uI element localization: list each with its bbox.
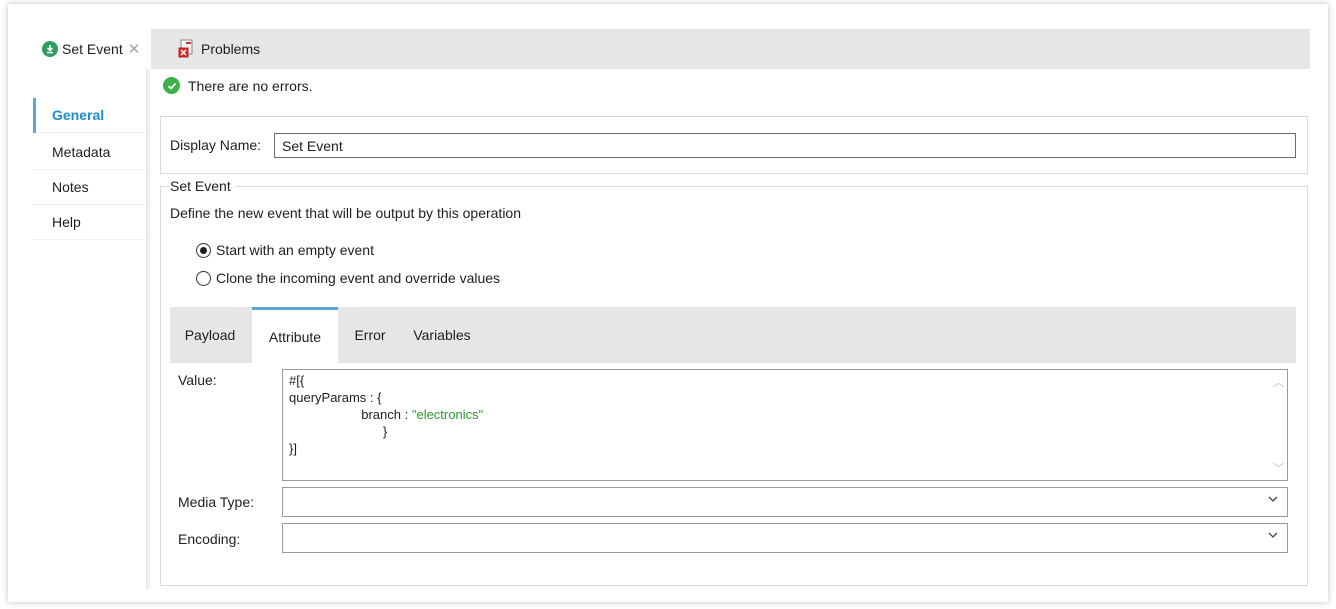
nav-item-metadata[interactable]: Metadata — [33, 135, 146, 170]
radio-button[interactable] — [196, 270, 211, 286]
tab-label: Attribute — [268, 328, 322, 345]
tab-set-event[interactable]: Set Event ✕ — [33, 29, 151, 69]
close-icon[interactable]: ✕ — [128, 40, 141, 58]
media-type-select[interactable] — [282, 487, 1288, 517]
code-line: } — [382, 424, 388, 439]
tab-variables[interactable]: Variables — [402, 307, 482, 363]
chevron-down-icon[interactable] — [1267, 492, 1279, 508]
editor-tab-strip: Set Event ✕ Problems — [33, 29, 1310, 69]
nav-item-notes[interactable]: Notes — [33, 170, 146, 205]
status-message: There are no errors. — [163, 77, 313, 94]
code-content[interactable]: #[{ queryParams : { branch : "electronic… — [289, 372, 483, 457]
chevron-down-icon[interactable] — [1267, 528, 1279, 544]
option-label: Start with an empty event — [216, 242, 374, 258]
display-name-input[interactable]: Set Event — [274, 133, 1296, 158]
nav-item-general[interactable]: General — [33, 98, 146, 133]
vertical-scrollbar[interactable]: ︿ ﹀ — [1269, 370, 1287, 480]
tab-error[interactable]: Error — [340, 307, 400, 363]
divider — [147, 69, 150, 589]
media-type-label: Media Type: — [178, 494, 255, 510]
scroll-down-icon[interactable]: ﹀ — [1273, 460, 1284, 476]
tab-attribute[interactable]: Attribute — [252, 307, 338, 363]
scroll-up-icon[interactable]: ︿ — [1273, 374, 1284, 390]
nav-item-label: General — [52, 107, 105, 123]
code-line: queryParams : { — [289, 390, 382, 405]
tab-label: Set Event — [62, 41, 123, 57]
nav-item-label: Notes — [52, 179, 89, 195]
tab-label: Problems — [201, 41, 261, 57]
code-line: #[{ — [289, 373, 305, 388]
set-event-icon — [42, 41, 58, 57]
display-name-value: Set Event — [282, 137, 343, 154]
encoding-select[interactable] — [282, 523, 1288, 553]
value-editor[interactable]: #[{ queryParams : { branch : "electronic… — [282, 369, 1288, 481]
active-indicator — [33, 98, 36, 133]
tab-label: Error — [354, 327, 386, 343]
option-label: Clone the incoming event and override va… — [216, 270, 501, 286]
nav-item-label: Help — [52, 214, 81, 230]
group-title: Set Event — [170, 178, 235, 194]
tab-payload[interactable]: Payload — [170, 307, 250, 363]
display-name-label: Display Name: — [170, 137, 262, 153]
radio-button-selected[interactable] — [196, 242, 211, 258]
encoding-label: Encoding: — [178, 531, 241, 547]
option-clone-event[interactable]: Clone the incoming event and override va… — [196, 270, 500, 286]
nav-item-label: Metadata — [52, 144, 111, 160]
nav-item-help[interactable]: Help — [33, 205, 146, 240]
tab-label: Payload — [184, 327, 236, 343]
code-string: "electronics" — [411, 407, 484, 422]
status-text: There are no errors. — [188, 77, 313, 94]
option-empty-event[interactable]: Start with an empty event — [196, 242, 374, 258]
code-line: branch : — [361, 407, 412, 422]
tab-label: Variables — [413, 327, 471, 343]
group-description: Define the new event that will be output… — [170, 205, 521, 221]
problems-icon — [178, 39, 196, 59]
event-section-tabs: Payload Attribute Error Variables — [170, 307, 1296, 363]
check-icon — [163, 77, 180, 94]
tab-problems[interactable]: Problems — [178, 29, 260, 69]
code-line: }] — [289, 441, 297, 456]
left-navigation: General Metadata Notes Help — [33, 69, 147, 589]
value-label: Value: — [178, 372, 217, 388]
